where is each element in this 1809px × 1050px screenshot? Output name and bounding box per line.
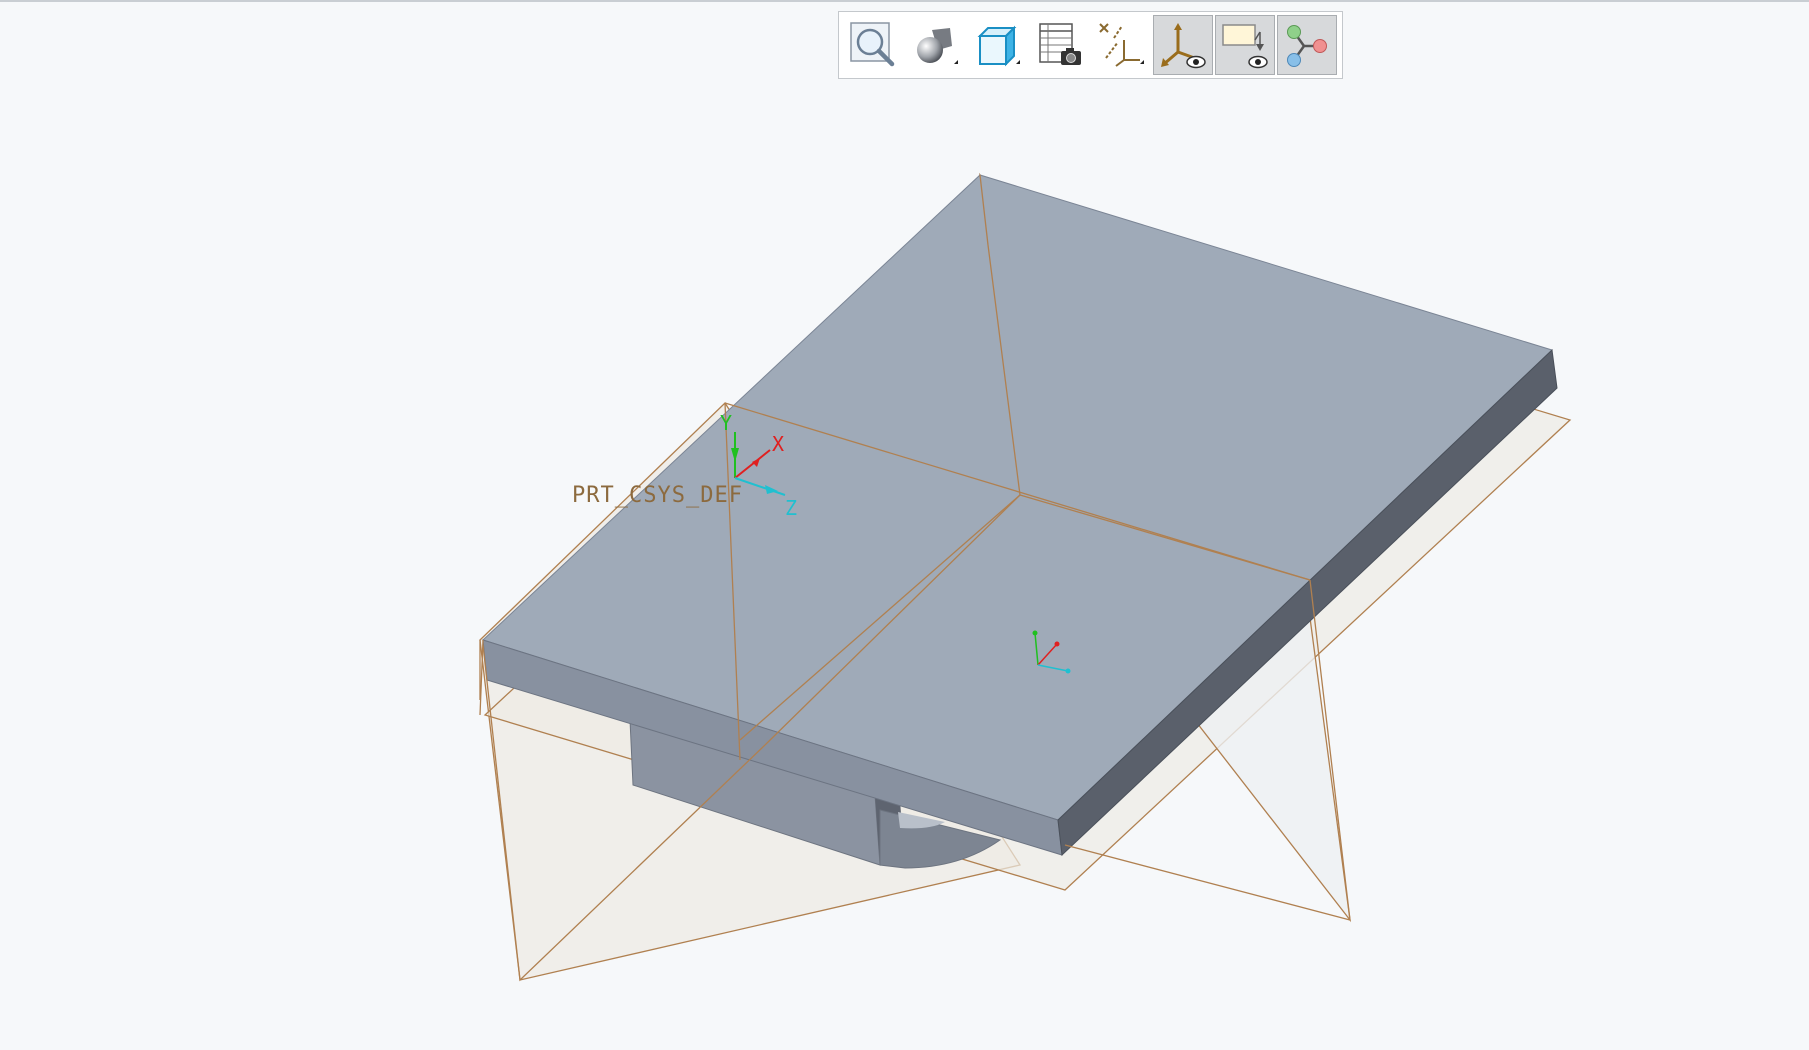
table-camera-icon [1039, 23, 1081, 65]
csys-y-label: Y [720, 411, 732, 435]
graphics-toolbar [838, 11, 1343, 79]
view-manager-button[interactable] [1029, 15, 1089, 75]
csys-eye-icon [1161, 23, 1206, 69]
display-style-button[interactable] [905, 15, 965, 75]
saved-orientations-button[interactable] [967, 15, 1027, 75]
graphics-viewport[interactable]: Y X Z PRT_CSYS_DEF [0, 0, 1809, 1050]
annotation-eye-icon [1222, 24, 1268, 69]
csys-name-label: PRT_CSYS_DEF [572, 483, 743, 508]
magnifier-icon [850, 22, 895, 67]
annotation-display-button[interactable] [1215, 15, 1275, 75]
csys-display-button[interactable] [1153, 15, 1213, 75]
zoom-button[interactable] [843, 15, 903, 75]
datum-axes-icon [1099, 23, 1144, 67]
csys-x-label: X [772, 432, 784, 456]
shaded-sphere-icon [917, 28, 958, 64]
cube-view-icon [977, 25, 1020, 67]
csys-z-label: Z [785, 496, 797, 520]
spin-center-icon [1287, 25, 1327, 67]
datum-display-filters-button[interactable] [1091, 15, 1151, 75]
spin-center-button[interactable] [1277, 15, 1337, 75]
